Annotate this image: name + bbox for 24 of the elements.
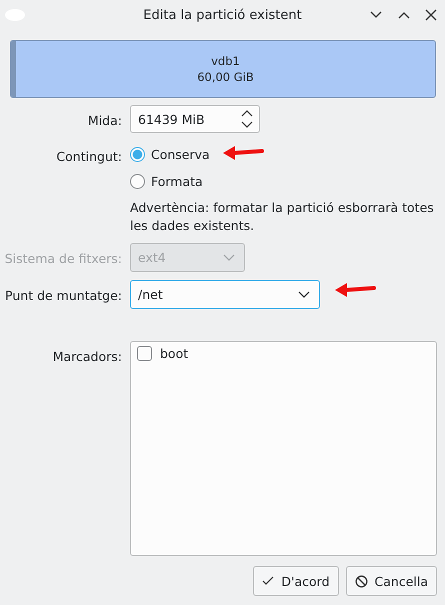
maximize-icon[interactable] [397, 10, 411, 20]
chevron-down-icon [223, 254, 235, 262]
size-spinbox[interactable]: 61439 MiB [130, 105, 260, 133]
flags-label: Marcadors: [52, 348, 122, 364]
flag-checkbox[interactable]: boot [137, 346, 430, 361]
partition-name: vdb1 [211, 53, 240, 69]
chevron-down-icon [298, 290, 310, 298]
size-label: Mida: [86, 112, 122, 128]
filesystem-label: Sistema de fitxers: [4, 250, 122, 266]
window-title: Edita la partició existent [142, 8, 303, 22]
minimize-icon[interactable] [369, 10, 383, 20]
checkmark-icon [262, 576, 274, 586]
ok-button[interactable]: D'acord [253, 566, 339, 596]
cancel-button[interactable]: Cancella [346, 566, 437, 596]
close-icon[interactable] [425, 9, 437, 21]
radio-option[interactable]: Formata [130, 174, 203, 189]
partition-size: 60,00 GiB [197, 69, 254, 85]
mount-point-dropdown[interactable]: /net [130, 280, 320, 309]
spin-arrows-icon[interactable] [241, 108, 253, 130]
warning-text: Advertència: formatar la partició esborrarà totes les dades existents. [130, 199, 435, 235]
radio-option[interactable]: Conserva [130, 147, 210, 162]
cancel-icon [354, 574, 368, 588]
content-label: Contingut: [55, 148, 122, 164]
mount-point-label: Punt de muntatge: [4, 287, 122, 303]
